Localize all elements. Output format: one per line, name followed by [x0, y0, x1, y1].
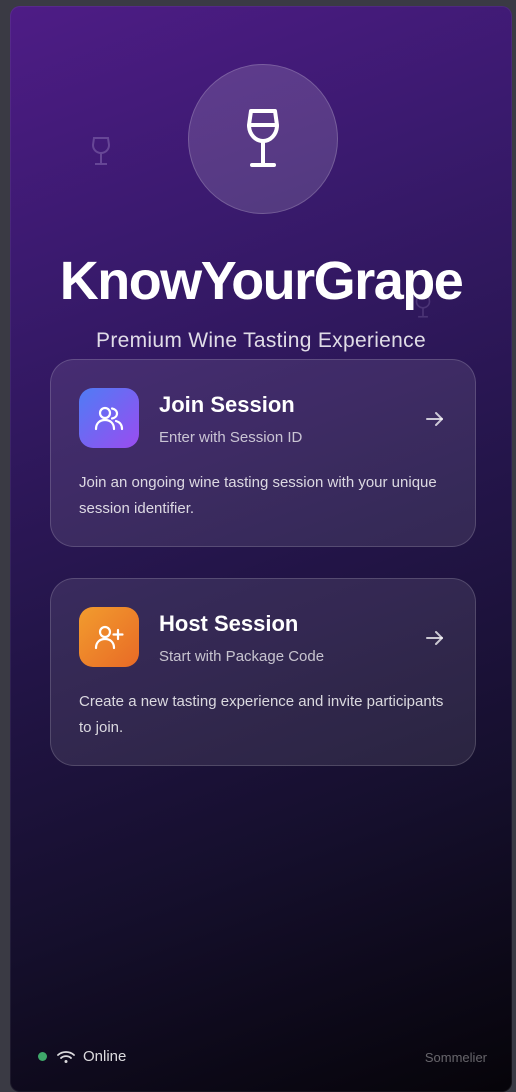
- arrow-right-icon[interactable]: [425, 409, 445, 429]
- host-session-card[interactable]: Host Session Start with Package Code Cre…: [50, 578, 476, 766]
- arrow-right-icon[interactable]: [425, 628, 445, 648]
- host-session-icon-box: [79, 607, 139, 667]
- app-subtitle: Premium Wine Tasting Experience: [96, 329, 426, 352]
- join-session-subtitle: Enter with Session ID: [159, 429, 303, 446]
- join-session-card[interactable]: Join Session Enter with Session ID Join …: [50, 359, 476, 547]
- status-label: Online: [83, 1048, 127, 1065]
- status-dot: [38, 1052, 47, 1061]
- host-session-description: Create a new tasting experience and invi…: [79, 693, 444, 736]
- join-session-description: Join an ongoing wine tasting session wit…: [79, 474, 437, 517]
- app-title: KnowYourGrape: [59, 251, 464, 311]
- host-session-subtitle: Start with Package Code: [159, 648, 325, 665]
- join-session-title: Join Session: [159, 392, 295, 417]
- users-icon: [94, 406, 124, 431]
- footer-brand: Sommelier: [424, 1050, 487, 1065]
- join-session-icon-box: [79, 388, 139, 448]
- user-plus-icon: [94, 625, 124, 650]
- connection-status: Online: [38, 1048, 126, 1065]
- host-session-title: Host Session: [159, 611, 299, 636]
- app-screen: KnowYourGrape Premium Wine Tasting Exper…: [10, 6, 512, 1092]
- wifi-icon: [57, 1050, 75, 1063]
- wine-glass-icon: [91, 137, 111, 165]
- app-logo: [188, 64, 338, 214]
- wine-glass-icon: [247, 109, 279, 167]
